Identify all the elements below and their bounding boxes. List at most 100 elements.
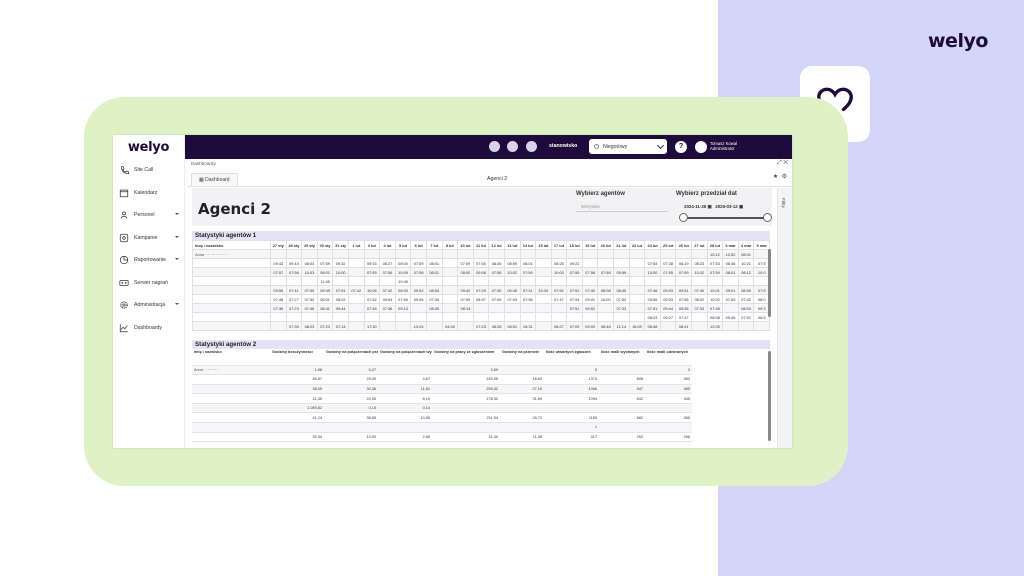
column-header[interactable]: 21 lut [613, 240, 630, 250]
tab-actions[interactable]: ★ ⚙ [773, 173, 787, 180]
sidebar-item-administracja[interactable]: Administracja [113, 294, 184, 317]
table-row[interactable]: 38,05 30,36 11,61 293,32 27,16 1066 547 365 [192, 384, 692, 395]
column-header[interactable]: Imię i nazwisko [192, 240, 271, 250]
stats1-scrollbar[interactable] [768, 249, 771, 317]
column-header[interactable]: Godziny bezczynności [270, 350, 324, 366]
window-controls[interactable]: ⤢ ✕ [777, 160, 788, 167]
column-header[interactable]: 13 lut [503, 240, 521, 250]
table-row[interactable]: 09:43 09:44 08:03 07:59 09:32 09:15 08:27 08:00… [192, 258, 770, 268]
sidebar-item-dashboardy[interactable]: Dashboardy [113, 317, 184, 340]
table-cell [457, 321, 474, 331]
column-header[interactable]: 19 lut [581, 240, 599, 250]
column-header[interactable]: 27 sty [270, 240, 287, 250]
table-row[interactable]: 1.059,82 0,15 0,14 [192, 403, 692, 414]
table-cell: 07:48 [706, 303, 724, 313]
column-header[interactable]: 10 lut [457, 240, 474, 250]
tab-dashboard[interactable]: ▦ Dashboard [191, 173, 238, 186]
column-header[interactable]: 6 lut [410, 240, 427, 250]
calendar-icon[interactable]: ▣ [707, 204, 711, 209]
table-row[interactable]: 09:55 07:41 07:59 09:49 07:51 07:42 10:05 07:42… [192, 285, 770, 295]
column-header[interactable]: 8 lut [441, 240, 459, 250]
date-from: 2024-11-26 [684, 204, 707, 209]
column-header[interactable]: 17 lut [550, 240, 568, 250]
status-select[interactable]: Niegotowy [589, 139, 667, 154]
sidebar-item-kalendarz[interactable]: Kalendarz [113, 182, 184, 205]
table-row[interactable]: 86,87 29,00 4,67 183,55 18,83 1373 606 363 [192, 374, 692, 385]
monitor-icon[interactable] [526, 141, 537, 152]
column-header[interactable]: 30 sty [316, 240, 334, 250]
column-header[interactable]: Godziny na pracy ze zgłoszeniem [432, 350, 500, 366]
table-cell [472, 249, 490, 259]
column-header[interactable]: 25 lut [659, 240, 677, 250]
column-header[interactable]: 29 sty [301, 240, 318, 250]
table-row[interactable]: Anna · ········· 1,98 0,27 0,59 5 3 [192, 365, 692, 376]
table-cell [628, 312, 646, 322]
filters-panel-toggle[interactable]: Filtry [777, 188, 792, 448]
column-header[interactable]: 11 lut [472, 240, 490, 250]
table-row[interactable]: 07:35 08:23 07:23 07:14 17:30 13:04 04:28 07:23… [192, 321, 770, 331]
sidebar-item-serwer-nagra-[interactable]: Serwer nagrań [113, 272, 184, 295]
column-header[interactable]: 31 sty [332, 240, 349, 250]
column-header[interactable]: 4 mar [737, 240, 755, 250]
column-header[interactable]: 26 lut [675, 240, 693, 250]
sidebar-item-kampanie[interactable]: Kampanie [113, 227, 184, 250]
table-row[interactable]: 41,35 20,55 6,19 178,32 31,69 1094 632 345 [192, 393, 692, 404]
column-header[interactable]: 28 sty [285, 240, 303, 250]
column-header[interactable]: Imię i nazwisko [192, 350, 270, 366]
trend-chart-icon [119, 324, 128, 332]
sidebar-item-site-call[interactable]: Site Call [113, 159, 184, 182]
column-header[interactable]: 12 lut [488, 240, 505, 250]
group-icon[interactable] [507, 141, 518, 152]
table-cell [599, 365, 645, 376]
column-header[interactable]: 3 mar [722, 240, 739, 250]
date-slider-track[interactable] [683, 217, 767, 219]
column-header[interactable]: 5 lut [394, 240, 412, 250]
date-slider-end-handle[interactable] [763, 213, 772, 222]
table-cell [503, 249, 521, 259]
column-header[interactable]: 5 mar [753, 240, 770, 250]
table-cell [644, 276, 661, 286]
table-cell: 07:59 [675, 267, 693, 277]
column-header[interactable]: Godziny na połączeniach wychodzących [378, 350, 432, 366]
column-header[interactable]: 18 lut [566, 240, 583, 250]
table-row[interactable]: 07:57 07:56 10:03 08:01 10:00 07:59 07:56 10:09… [192, 267, 770, 277]
column-header[interactable]: 23 lut [628, 240, 646, 250]
settings-icon[interactable]: ⚙ [782, 174, 787, 180]
table-cell [691, 312, 708, 322]
help-button[interactable]: ? [675, 141, 687, 153]
column-header[interactable]: 24 lut [644, 240, 661, 250]
column-header[interactable]: 15 lut [535, 240, 552, 250]
column-header[interactable]: 27 lut [691, 240, 708, 250]
column-header[interactable]: 20 lut [597, 240, 615, 250]
star-icon[interactable]: ★ [773, 174, 778, 180]
headset-icon[interactable] [489, 141, 500, 152]
user-info[interactable]: Tomasz Kowal Administrator [710, 141, 737, 151]
calendar-icon[interactable]: ▣ [739, 204, 743, 209]
column-header[interactable]: 1 lut [347, 240, 365, 250]
table-row[interactable]: 07:36 07:23 07:46 08:41 09:44 07:46 07:36 09:13… [192, 303, 770, 313]
avatar[interactable] [695, 141, 707, 153]
sidebar-item-raportowanie[interactable]: Raportowanie [113, 249, 184, 272]
table-row[interactable]: 1 [192, 422, 692, 433]
column-header[interactable]: Ilość maili wysłanych [599, 350, 645, 366]
agents-select[interactable]: Wszystkie [576, 201, 668, 212]
table-row[interactable]: Anna ················· 10:12 12:52 08:01 [192, 249, 770, 259]
table-row[interactable]: 07:48 07:27 07:52 08:01 08:02 07:52 09:54 07:59… [192, 294, 770, 304]
column-header[interactable]: 3 lut [363, 240, 381, 250]
column-header[interactable]: 7 lut [425, 240, 443, 250]
sidebar-item-personel[interactable]: Personel [113, 204, 184, 227]
table-row[interactable]: 30,34 14,00 2,85 31,40 11,38 417 252 288 [192, 432, 692, 443]
table-row[interactable]: 11:45 10:45 [192, 276, 770, 286]
date-slider-start-handle[interactable] [679, 213, 688, 222]
column-header[interactable]: Ilość maili odebranych [645, 350, 692, 366]
column-header[interactable]: 28 lut [706, 240, 724, 250]
breadcrumb[interactable]: Dashboardy [191, 161, 216, 166]
column-header[interactable]: 14 lut [519, 240, 537, 250]
column-header[interactable]: Ilość otwartych zgłoszeń [544, 350, 599, 366]
column-header[interactable]: 4 lut [379, 240, 396, 250]
column-header[interactable]: Godziny na połączeniach przychodzących [324, 350, 378, 366]
column-header[interactable]: Godziny na przerwie [500, 350, 544, 366]
stats2-scrollbar[interactable] [768, 351, 771, 441]
table-row[interactable]: 08:03 09:27 07:47 08:08 09:46 07:52 06:5 [192, 312, 770, 322]
table-row[interactable]: 41,24 36,65 10,56 211,94 28,72 1165 682 365 [192, 412, 692, 424]
